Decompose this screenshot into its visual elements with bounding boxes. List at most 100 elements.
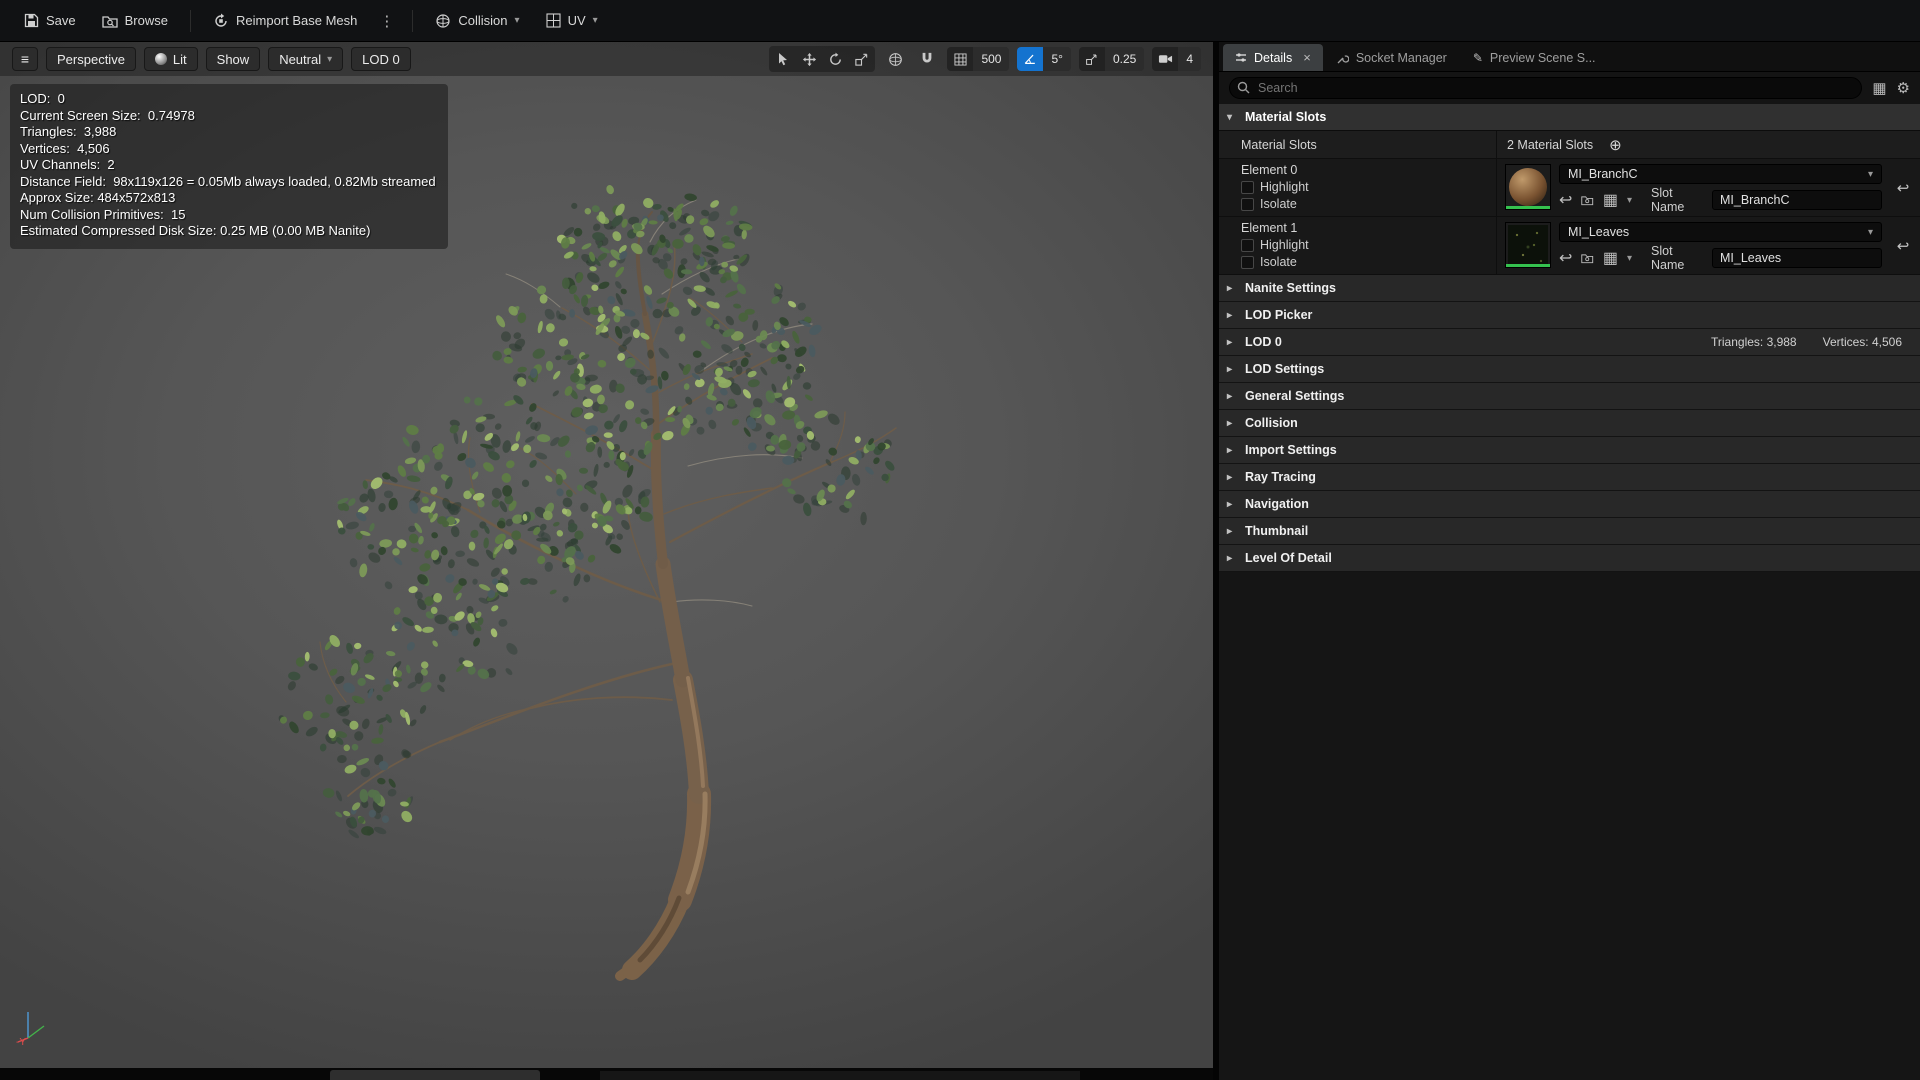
- socket-manager-icon: [1337, 54, 1349, 63]
- chevron-right-icon: ▸: [1227, 498, 1233, 510]
- slot-name-label: Slot Name: [1651, 186, 1685, 214]
- scale-snap-control[interactable]: 0.25: [1078, 47, 1145, 71]
- thumbnail-status-bar: [1506, 264, 1550, 267]
- select-tool-button[interactable]: [771, 48, 795, 70]
- stat-distance-field: Distance Field: 98x119x126 = 0.05Mb alwa…: [20, 173, 436, 189]
- drawer-tab[interactable]: [330, 1070, 540, 1080]
- section-label: Navigation: [1245, 497, 1309, 511]
- element-name: Element 0: [1241, 163, 1298, 177]
- highlight-checkbox[interactable]: [1241, 238, 1254, 252]
- profile-dropdown-button[interactable]: Neutral ▾: [268, 47, 344, 71]
- section-general-settings[interactable]: ▸ General Settings: [1219, 383, 1920, 410]
- details-icon: [1236, 52, 1246, 62]
- camera-speed-value: 4: [1178, 47, 1201, 71]
- material-slots-header-label: Material Slots: [1245, 110, 1327, 124]
- details-tabbar: Details × Socket Manager ✎ Preview Scene…: [1219, 42, 1920, 72]
- chevron-right-icon: ▸: [1227, 525, 1233, 537]
- use-selected-asset-icon[interactable]: ↩: [1559, 248, 1572, 268]
- section-label: LOD Picker: [1245, 308, 1313, 322]
- surface-snapping-button[interactable]: [915, 48, 939, 70]
- chevron-down-icon: ▾: [1867, 168, 1873, 180]
- uv-icon: [546, 13, 561, 28]
- lit-sphere-icon: [154, 53, 167, 65]
- transform-tools-group: [769, 46, 876, 72]
- axis-label-y: -Y: [16, 1037, 26, 1048]
- material-asset-combo[interactable]: MI_Leaves ▾: [1559, 222, 1882, 242]
- section-lod-settings[interactable]: ▸ LOD Settings: [1219, 356, 1920, 383]
- element-name: Element 1: [1241, 221, 1298, 235]
- perspective-button[interactable]: Perspective: [46, 47, 136, 71]
- chevron-right-icon: ▸: [1227, 417, 1233, 429]
- tab-socket-manager[interactable]: Socket Manager: [1325, 44, 1459, 71]
- section-navigation[interactable]: ▸ Navigation: [1219, 491, 1920, 518]
- slot-name-input[interactable]: [1712, 190, 1882, 210]
- content-drawer-edge: [0, 1068, 1213, 1080]
- tab-details[interactable]: Details ×: [1223, 44, 1323, 71]
- material-asset-combo[interactable]: MI_BranchC ▾: [1559, 164, 1882, 184]
- material-thumbnail-leaves[interactable]: [1505, 222, 1551, 268]
- reset-to-default-icon[interactable]: ↩: [1890, 237, 1916, 255]
- section-ray-tracing[interactable]: ▸ Ray Tracing: [1219, 464, 1920, 491]
- isolate-checkbox[interactable]: [1241, 255, 1254, 269]
- view-options-icon[interactable]: ▦: [1872, 79, 1886, 97]
- section-nanite-settings[interactable]: ▸ Nanite Settings: [1219, 275, 1920, 302]
- isolate-checkbox[interactable]: [1241, 197, 1254, 211]
- lod-button[interactable]: LOD 0: [351, 47, 411, 71]
- tab-preview-scene[interactable]: ✎ Preview Scene S...: [1461, 44, 1608, 71]
- collision-menu-button[interactable]: Collision ▾: [425, 7, 529, 35]
- tab-socket-manager-label: Socket Manager: [1355, 50, 1447, 65]
- grid-snap-icon: [947, 47, 973, 71]
- asset-picker-icon[interactable]: ▦: [1603, 248, 1618, 268]
- material-slots-row-label: Material Slots: [1219, 131, 1497, 158]
- stat-disk-size: Estimated Compressed Disk Size: 0.25 MB …: [20, 223, 371, 238]
- show-label: Show: [216, 51, 250, 67]
- preview-scene-icon: ✎: [1472, 50, 1483, 65]
- move-tool-button[interactable]: [797, 48, 821, 70]
- section-import-settings[interactable]: ▸ Import Settings: [1219, 437, 1920, 464]
- reimport-base-mesh-button[interactable]: Reimport Base Mesh: [203, 7, 367, 35]
- material-thumbnail-branch[interactable]: [1505, 164, 1551, 210]
- save-button[interactable]: Save: [14, 7, 86, 34]
- add-material-slot-button[interactable]: ⊕: [1609, 136, 1622, 154]
- material-slots-header[interactable]: ▾ Material Slots: [1219, 104, 1920, 131]
- gear-icon[interactable]: ⚙: [1897, 79, 1910, 97]
- viewport-menu-button[interactable]: ≡: [12, 47, 38, 71]
- scale-snap-value: 0.25: [1104, 47, 1145, 71]
- section-collision[interactable]: ▸ Collision: [1219, 410, 1920, 437]
- chevron-down-icon[interactable]: ▾: [1627, 253, 1632, 264]
- reimport-options-kebab[interactable]: ⋮: [373, 8, 400, 34]
- section-level-of-detail[interactable]: ▸ Level Of Detail: [1219, 545, 1920, 572]
- grid-snap-value: 500: [973, 47, 1010, 71]
- use-selected-asset-icon[interactable]: ↩: [1559, 190, 1572, 210]
- viewport-3d[interactable]: ≡ Perspective Lit Show Neutral ▾ LOD 0 5…: [0, 42, 1213, 1068]
- material-element-0: Element 0 Highlight Isolate MI_BranchC ▾…: [1219, 159, 1920, 217]
- rotation-snap-control[interactable]: 5°: [1017, 47, 1071, 71]
- details-empty-area: [1219, 572, 1920, 1080]
- rotation-snap-value: 5°: [1043, 47, 1071, 71]
- section-lod-picker[interactable]: ▸ LOD Picker: [1219, 302, 1920, 329]
- browse-button[interactable]: Browse: [92, 7, 178, 34]
- close-icon[interactable]: ×: [1303, 50, 1311, 65]
- thumbnail-status-bar: [1506, 206, 1550, 209]
- reset-to-default-icon[interactable]: ↩: [1890, 179, 1916, 197]
- browse-to-asset-icon[interactable]: [1581, 194, 1594, 206]
- chevron-right-icon: ▸: [1227, 390, 1233, 402]
- show-menu-button[interactable]: Show: [205, 47, 261, 71]
- chevron-down-icon[interactable]: ▾: [1627, 195, 1632, 206]
- asset-picker-icon[interactable]: ▦: [1603, 190, 1618, 210]
- search-input[interactable]: [1229, 77, 1863, 99]
- browse-to-asset-icon[interactable]: [1581, 252, 1594, 264]
- lit-mode-button[interactable]: Lit: [143, 47, 198, 71]
- grid-snap-control[interactable]: 500: [947, 47, 1010, 71]
- viewport-toolbar: ≡ Perspective Lit Show Neutral ▾ LOD 0 5…: [0, 42, 1213, 76]
- section-lod0[interactable]: ▸ LOD 0 Triangles: 3,988 Vertices: 4,506: [1219, 329, 1920, 356]
- slot-name-input[interactable]: [1712, 248, 1882, 268]
- coordinate-system-button[interactable]: [883, 48, 907, 70]
- angle-snap-icon: [1017, 47, 1044, 71]
- scale-tool-button[interactable]: [849, 48, 873, 70]
- camera-speed-control[interactable]: 4: [1152, 47, 1201, 71]
- highlight-checkbox[interactable]: [1241, 180, 1254, 194]
- uv-menu-button[interactable]: UV ▾: [536, 7, 608, 34]
- section-thumbnail[interactable]: ▸ Thumbnail: [1219, 518, 1920, 545]
- rotate-tool-button[interactable]: [823, 48, 847, 70]
